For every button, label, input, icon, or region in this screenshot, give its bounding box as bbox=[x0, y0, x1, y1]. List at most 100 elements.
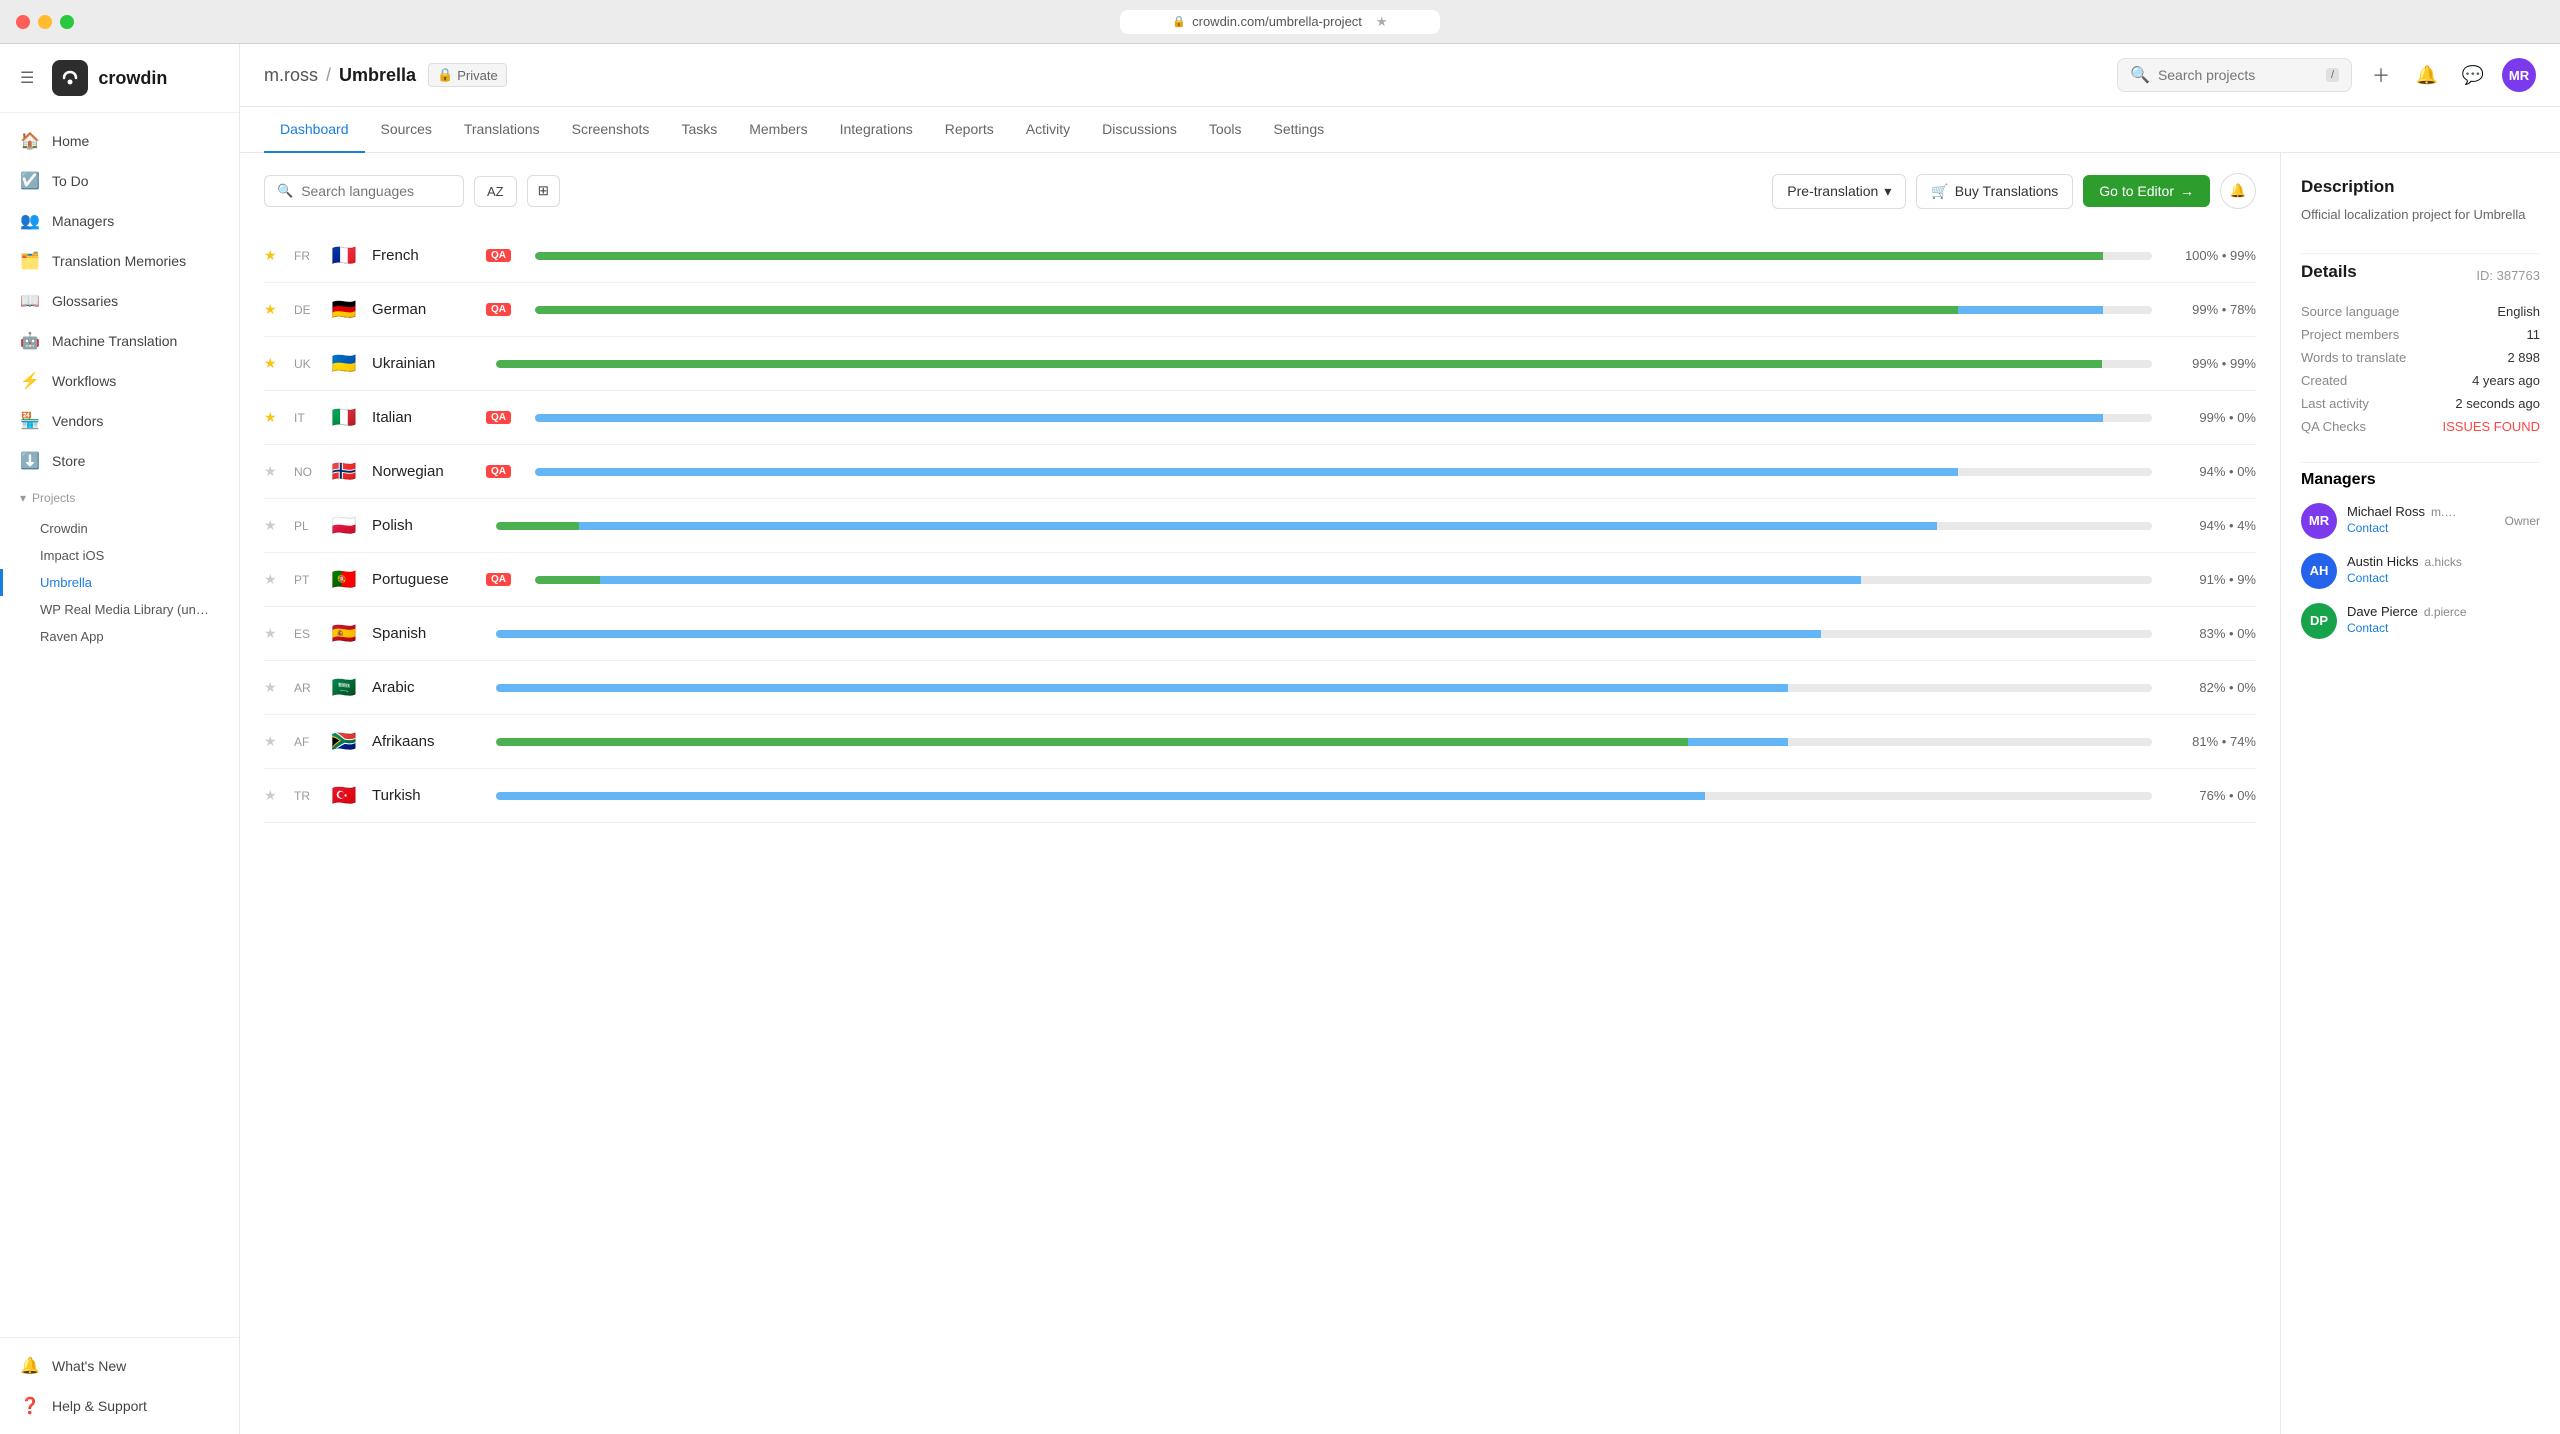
lang-name[interactable]: Ukrainian bbox=[372, 355, 472, 372]
language-row[interactable]: ★ PT 🇵🇹 Portuguese QA 91% • 9% bbox=[264, 553, 2256, 607]
breadcrumb-user[interactable]: m.ross bbox=[264, 65, 318, 86]
project-members-label: Project members bbox=[2301, 327, 2399, 342]
user-avatar[interactable]: MR bbox=[2502, 58, 2536, 92]
language-row[interactable]: ★ ES 🇪🇸 Spanish 83% • 0% bbox=[264, 607, 2256, 661]
star-icon[interactable]: ★ bbox=[264, 517, 280, 534]
search-languages-box[interactable]: 🔍 bbox=[264, 175, 464, 207]
add-project-button[interactable]: ＋ bbox=[2364, 58, 2398, 92]
tab-sources[interactable]: Sources bbox=[365, 107, 448, 153]
star-icon[interactable]: ★ bbox=[264, 625, 280, 642]
hamburger-icon[interactable]: ☰ bbox=[20, 68, 34, 88]
lang-name[interactable]: Italian bbox=[372, 409, 472, 426]
progress-green bbox=[535, 306, 1958, 314]
tab-tools[interactable]: Tools bbox=[1193, 107, 1258, 153]
url-bar[interactable]: 🔒 crowdin.com/umbrella-project ★ bbox=[1120, 10, 1440, 34]
grid-view-button[interactable]: ⊞ bbox=[527, 175, 560, 207]
minimize-button[interactable] bbox=[38, 15, 52, 29]
sidebar-item-vendors[interactable]: 🏪 Vendors bbox=[0, 401, 239, 441]
search-input[interactable] bbox=[2158, 67, 2318, 83]
tab-members[interactable]: Members bbox=[733, 107, 823, 153]
lang-name[interactable]: Norwegian bbox=[372, 463, 472, 480]
tab-reports[interactable]: Reports bbox=[929, 107, 1010, 153]
breadcrumb-separator: / bbox=[326, 65, 331, 86]
sidebar-item-home[interactable]: 🏠 Home bbox=[0, 121, 239, 161]
language-row[interactable]: ★ PL 🇵🇱 Polish 94% • 4% bbox=[264, 499, 2256, 553]
manager-contact-link[interactable]: Contact bbox=[2347, 571, 2388, 585]
sidebar-item-machine-translation[interactable]: 🤖 Machine Translation bbox=[0, 321, 239, 361]
search-box[interactable]: 🔍 / bbox=[2117, 58, 2352, 92]
tab-activity[interactable]: Activity bbox=[1010, 107, 1086, 153]
language-row[interactable]: ★ AF 🇿🇦 Afrikaans 81% • 74% bbox=[264, 715, 2256, 769]
star-icon[interactable]: ★ bbox=[264, 463, 280, 480]
tab-settings[interactable]: Settings bbox=[1258, 107, 1341, 153]
manager-contact-link[interactable]: Contact bbox=[2347, 521, 2388, 535]
sidebar-project-raven-app[interactable]: Raven App bbox=[0, 623, 239, 650]
star-icon[interactable]: ★ bbox=[264, 571, 280, 588]
details-title: Details bbox=[2301, 262, 2357, 282]
tab-translations[interactable]: Translations bbox=[448, 107, 556, 153]
sidebar-project-umbrella[interactable]: Umbrella bbox=[0, 569, 239, 596]
manager-contact-link[interactable]: Contact bbox=[2347, 621, 2388, 635]
star-icon[interactable]: ★ bbox=[264, 409, 280, 426]
close-button[interactable] bbox=[16, 15, 30, 29]
lang-code: AF bbox=[294, 735, 316, 749]
tab-discussions[interactable]: Discussions bbox=[1086, 107, 1193, 153]
lang-name[interactable]: German bbox=[372, 301, 472, 318]
tab-tasks[interactable]: Tasks bbox=[665, 107, 733, 153]
qa-checks-value[interactable]: ISSUES FOUND bbox=[2442, 419, 2540, 434]
tab-dashboard[interactable]: Dashboard bbox=[264, 107, 365, 153]
language-row[interactable]: ★ TR 🇹🇷 Turkish 76% • 0% bbox=[264, 769, 2256, 823]
sidebar-project-wp-real-media[interactable]: WP Real Media Library (un… bbox=[0, 596, 239, 623]
star-icon[interactable]: ★ bbox=[264, 301, 280, 318]
lang-name[interactable]: Spanish bbox=[372, 625, 472, 642]
progress-green bbox=[535, 576, 600, 584]
lang-name[interactable]: Turkish bbox=[372, 787, 472, 804]
source-language-row: Source language English bbox=[2301, 304, 2540, 319]
sidebar-item-workflows[interactable]: ⚡ Workflows bbox=[0, 361, 239, 401]
lang-name[interactable]: French bbox=[372, 247, 472, 264]
sidebar-item-whats-new[interactable]: 🔔 What's New bbox=[0, 1346, 239, 1386]
projects-collapse[interactable]: ▾ Projects bbox=[20, 485, 219, 511]
star-icon[interactable]: ★ bbox=[264, 679, 280, 696]
language-row[interactable]: ★ IT 🇮🇹 Italian QA 99% • 0% bbox=[264, 391, 2256, 445]
buy-translations-button[interactable]: 🛒 Buy Translations bbox=[1916, 174, 2073, 209]
sort-az-button[interactable]: AZ bbox=[474, 176, 517, 207]
go-to-editor-button[interactable]: Go to Editor → bbox=[2083, 175, 2210, 207]
sidebar-item-store[interactable]: ⬇️ Store bbox=[0, 441, 239, 481]
private-badge: 🔒 Private bbox=[428, 63, 507, 87]
progress-bar bbox=[535, 576, 2152, 584]
progress-green bbox=[496, 360, 2102, 368]
lang-name[interactable]: Arabic bbox=[372, 679, 472, 696]
sidebar-item-help[interactable]: ❓ Help & Support bbox=[0, 1386, 239, 1426]
messages-button[interactable]: 💬 bbox=[2456, 58, 2490, 92]
search-languages-input[interactable] bbox=[301, 183, 441, 199]
lang-name[interactable]: Portuguese bbox=[372, 571, 472, 588]
star-icon[interactable]: ★ bbox=[264, 355, 280, 372]
divider-2 bbox=[2301, 462, 2540, 463]
sidebar-item-todo[interactable]: ☑️ To Do bbox=[0, 161, 239, 201]
sidebar-nav: 🏠 Home ☑️ To Do 👥 Managers 🗂️ Translatio… bbox=[0, 113, 239, 1337]
words-to-translate-value: 2 898 bbox=[2507, 350, 2540, 365]
lang-name[interactable]: Afrikaans bbox=[372, 733, 472, 750]
language-row[interactable]: ★ UK 🇺🇦 Ukrainian 99% • 99% bbox=[264, 337, 2256, 391]
language-row[interactable]: ★ DE 🇩🇪 German QA 99% • 78% bbox=[264, 283, 2256, 337]
sidebar-project-impact-ios[interactable]: Impact iOS bbox=[0, 542, 239, 569]
lang-name[interactable]: Polish bbox=[372, 517, 472, 534]
maximize-button[interactable] bbox=[60, 15, 74, 29]
language-notifications-button[interactable]: 🔔 bbox=[2220, 173, 2256, 209]
language-row[interactable]: ★ FR 🇫🇷 French QA 100% • 99% bbox=[264, 229, 2256, 283]
language-row[interactable]: ★ AR 🇸🇦 Arabic 82% • 0% bbox=[264, 661, 2256, 715]
tab-integrations[interactable]: Integrations bbox=[824, 107, 929, 153]
star-icon[interactable]: ★ bbox=[264, 247, 280, 264]
pre-translation-button[interactable]: Pre-translation ▾ bbox=[1772, 174, 1906, 209]
sidebar-item-glossaries[interactable]: 📖 Glossaries bbox=[0, 281, 239, 321]
star-icon[interactable]: ★ bbox=[264, 733, 280, 750]
sidebar-item-machine-translation-label: Machine Translation bbox=[52, 333, 177, 349]
sidebar-item-translation-memories[interactable]: 🗂️ Translation Memories bbox=[0, 241, 239, 281]
tab-screenshots[interactable]: Screenshots bbox=[556, 107, 666, 153]
language-row[interactable]: ★ NO 🇳🇴 Norwegian QA 94% • 0% bbox=[264, 445, 2256, 499]
sidebar-item-managers[interactable]: 👥 Managers bbox=[0, 201, 239, 241]
star-icon[interactable]: ★ bbox=[264, 787, 280, 804]
notifications-button[interactable]: 🔔 bbox=[2410, 58, 2444, 92]
sidebar-project-crowdin[interactable]: Crowdin bbox=[0, 515, 239, 542]
